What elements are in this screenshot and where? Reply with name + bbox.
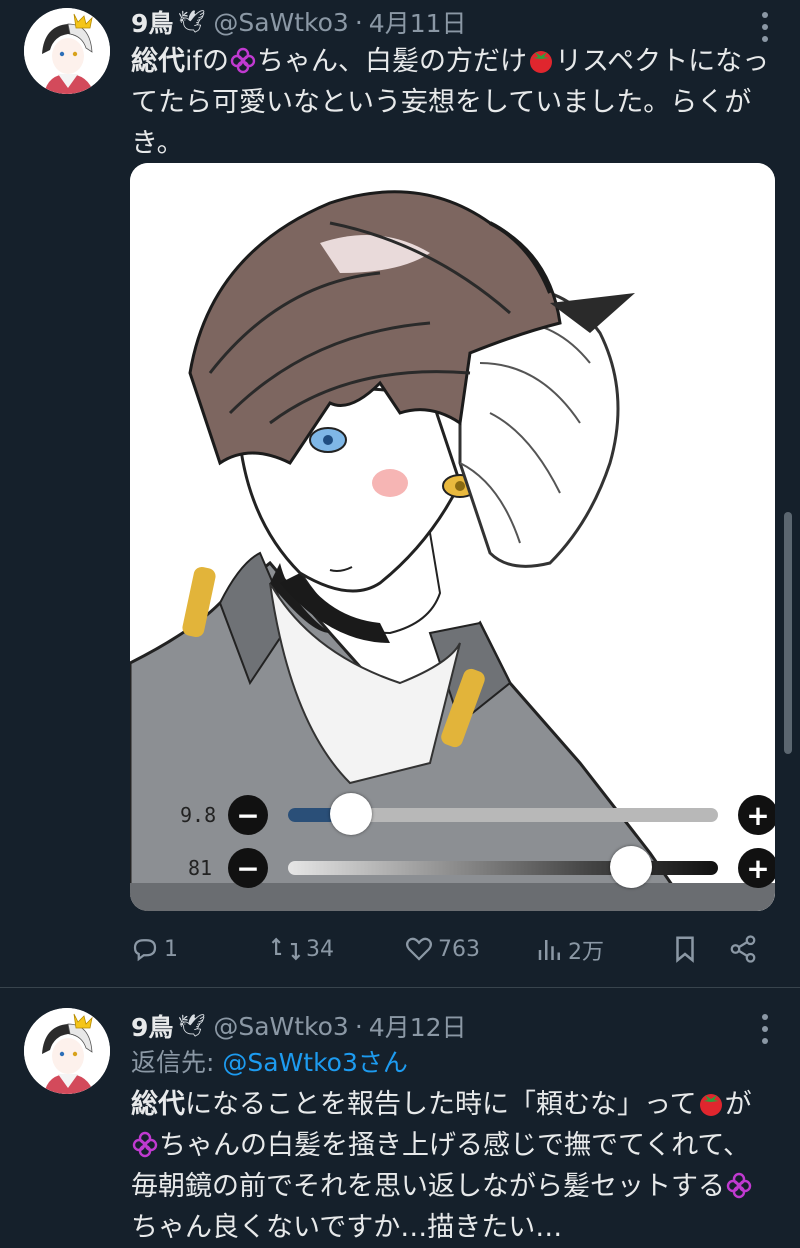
- author-handle[interactable]: @SaWtko3: [213, 1012, 349, 1041]
- views-count: 2万: [568, 940, 604, 965]
- separator-dot: ·: [354, 7, 363, 37]
- text-part: になることを報告した時に「頼むな」って: [185, 1089, 697, 1120]
- reply-icon: [133, 939, 157, 962]
- separator-dot: ·: [354, 1011, 363, 1041]
- plus-button[interactable]: +: [738, 795, 775, 835]
- share-icon: [730, 935, 756, 963]
- like-action[interactable]: 763: [404, 934, 480, 964]
- clover-emoji: [726, 1172, 752, 1199]
- like-count: 763: [438, 936, 480, 962]
- share-action[interactable]: [728, 934, 762, 964]
- text-part: 総代: [131, 46, 185, 77]
- illustration: [130, 163, 775, 911]
- more-icon[interactable]: [762, 1014, 770, 1044]
- like-icon: [406, 937, 432, 961]
- slider-track[interactable]: [288, 861, 718, 875]
- retweet-action[interactable]: 34: [270, 934, 334, 964]
- reply-target-link[interactable]: @SaWtko3さん: [222, 1048, 408, 1077]
- clover-emoji: [132, 1131, 158, 1158]
- dove-icon: 🕊: [177, 9, 206, 35]
- text-part: ちゃん良くないですか…描きたい…: [131, 1212, 563, 1243]
- clover-emoji: [230, 47, 256, 74]
- views-action[interactable]: 2万: [536, 934, 604, 966]
- tweet-text: 総代になることを報告した時に「頼むな」って がちゃんの白髪を掻き上げる感じで撫でて…: [131, 1084, 771, 1248]
- scrollbar[interactable]: [784, 512, 792, 754]
- tweet-text: 総代ifの ちゃん、白髪の方だけ リスペクトになってたら可愛いなという妄想をしていま…: [131, 41, 771, 164]
- author-name[interactable]: 9鳥: [131, 1008, 173, 1044]
- text-part: ちゃん、白髪の方だけ: [257, 46, 528, 77]
- author-handle[interactable]: @SaWtko3: [213, 8, 349, 37]
- tweet-1[interactable]: 9鳥 🕊 @SaWtko3 · 4月11日 総代ifの ちゃん、白髪の方だけ リスペ…: [0, 0, 800, 987]
- plus-button[interactable]: +: [738, 848, 775, 888]
- bookmark-action[interactable]: [672, 934, 702, 964]
- reply-prefix: 返信先:: [131, 1048, 223, 1077]
- text-part: が: [724, 1089, 752, 1120]
- dove-icon: 🕊: [177, 1013, 206, 1039]
- more-icon[interactable]: [762, 12, 770, 42]
- tomato-emoji: [530, 51, 553, 73]
- slider-value-label: 81: [188, 856, 213, 880]
- text-part: ちゃんの白髪を掻き上げる感じで撫でてくれて、毎朝鏡の前でそれを思い返しながら髪セ…: [131, 1130, 751, 1202]
- reply-count: 1: [164, 936, 178, 962]
- bookmark-icon: [676, 936, 694, 963]
- tweet-date[interactable]: 4月11日: [369, 4, 467, 40]
- minus-button[interactable]: −: [228, 848, 268, 888]
- slider-knob[interactable]: [330, 793, 372, 835]
- slider-knob[interactable]: [610, 846, 652, 888]
- author-name[interactable]: 9鳥: [131, 4, 173, 40]
- retweet-icon: [271, 937, 301, 961]
- reply-action[interactable]: 1: [130, 934, 178, 964]
- slider-value-label: 9.8: [180, 803, 217, 827]
- tomato-emoji: [699, 1094, 722, 1116]
- avatar[interactable]: [24, 1008, 110, 1094]
- text-part: ifの: [185, 46, 230, 77]
- text-part: 総代: [131, 1089, 185, 1120]
- retweet-count: 34: [306, 936, 334, 962]
- tweet-actions: 1 34 763 2万: [130, 928, 760, 972]
- views-icon: [538, 940, 560, 960]
- media-image[interactable]: 9.8 − + 81 − +: [130, 163, 775, 911]
- avatar[interactable]: [24, 8, 110, 94]
- reply-context: 返信先: @SaWtko3さん: [131, 1043, 408, 1079]
- minus-button[interactable]: −: [228, 795, 268, 835]
- tweet-date[interactable]: 4月12日: [369, 1008, 467, 1044]
